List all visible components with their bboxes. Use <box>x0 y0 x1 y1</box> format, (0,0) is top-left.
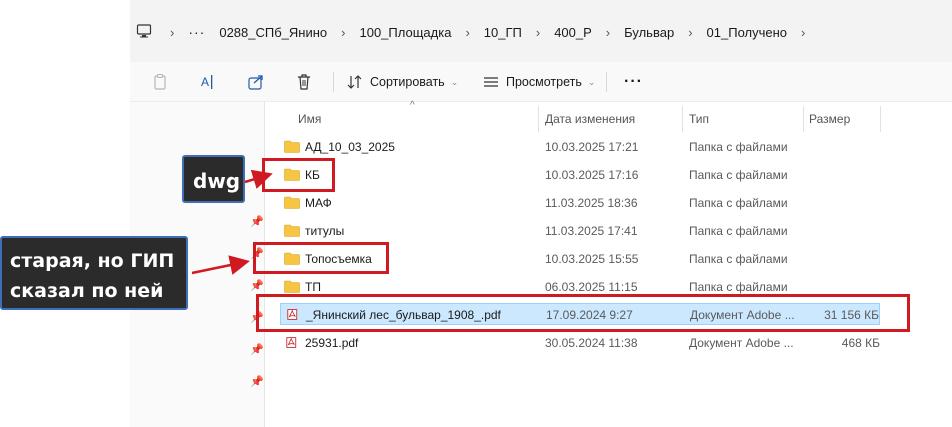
chevron-right-icon[interactable]: › <box>688 25 692 40</box>
breadcrumb-overflow[interactable]: ··· <box>188 24 205 40</box>
file-date: 10.03.2025 17:21 <box>545 140 639 154</box>
file-row[interactable]: титулы 11.03.2025 17:41 Папка с файлами <box>280 220 880 242</box>
column-divider[interactable] <box>880 106 881 132</box>
breadcrumb-trail: › ··· 0288_СПб_Янино › 100_Площадка › 10… <box>170 21 819 43</box>
chevron-right-icon[interactable]: › <box>536 25 540 40</box>
annotation-box-pdf <box>256 294 910 332</box>
callout-dwg-text: dwg <box>193 169 241 193</box>
breadcrumb-item[interactable]: 100_Площадка <box>359 25 451 40</box>
file-type: Папка с файлами <box>689 196 788 210</box>
column-divider[interactable] <box>803 106 804 132</box>
chevron-right-icon[interactable]: › <box>465 25 469 40</box>
file-date: 11.03.2025 17:41 <box>545 224 638 238</box>
file-name: ТП <box>305 280 321 294</box>
file-date: 30.05.2024 11:38 <box>545 336 638 350</box>
view-icon <box>484 77 498 87</box>
file-type: Папка с файлами <box>689 280 788 294</box>
file-size: 468 КБ <box>841 336 880 350</box>
callout-old-note: старая, но ГИП сказал по ней <box>0 236 188 310</box>
chevron-right-icon[interactable]: › <box>606 25 610 40</box>
chevron-right-icon[interactable]: › <box>801 25 805 40</box>
file-row[interactable]: АД_10_03_2025 10.03.2025 17:21 Папка с ф… <box>280 136 880 158</box>
file-name: МАФ <box>305 196 332 210</box>
computer-icon[interactable] <box>136 23 152 39</box>
chevron-right-icon[interactable]: › <box>341 25 345 40</box>
column-header-name[interactable]: Имя <box>298 106 321 132</box>
file-name: АД_10_03_2025 <box>305 140 395 154</box>
svg-text:A: A <box>201 75 209 89</box>
chevron-down-icon: ⌄ <box>450 76 459 87</box>
sort-ascending-icon: ^ <box>410 100 415 111</box>
address-bar[interactable]: › ··· 0288_СПб_Янино › 100_Площадка › 10… <box>130 0 952 62</box>
chevron-right-icon[interactable]: › <box>170 25 174 40</box>
file-type: Документ Adobe ... <box>689 336 794 350</box>
column-header-size[interactable]: Размер <box>809 106 850 132</box>
callout-old-note-line1: старая, но ГИП <box>10 250 175 272</box>
file-name: титулы <box>305 224 345 238</box>
chevron-down-icon: ⌄ <box>587 76 596 87</box>
file-row[interactable]: 25931.pdf 30.05.2024 11:38 Документ Adob… <box>280 332 880 354</box>
file-name: 25931.pdf <box>305 336 359 350</box>
folder-icon <box>284 140 300 153</box>
toolbar-divider <box>333 72 334 92</box>
file-row[interactable]: КБ 10.03.2025 17:16 Папка с файлами <box>280 164 880 186</box>
left-strip-top <box>0 0 130 62</box>
delete-icon[interactable] <box>294 72 314 92</box>
callout-old-note-line2: сказал по ней <box>10 280 164 302</box>
folder-icon <box>284 280 300 293</box>
folder-icon <box>284 224 300 237</box>
file-type: Папка с файлами <box>689 224 788 238</box>
file-type: Папка с файлами <box>689 140 788 154</box>
more-options-button[interactable]: ··· <box>624 72 643 92</box>
left-strip <box>0 0 130 427</box>
annotation-box-kb <box>262 158 335 192</box>
file-date: 06.03.2025 11:15 <box>545 280 638 294</box>
file-type: Папка с файлами <box>689 252 788 266</box>
file-date: 10.03.2025 15:55 <box>545 252 639 266</box>
rename-icon[interactable]: A <box>198 72 218 92</box>
file-date: 11.03.2025 18:36 <box>545 196 638 210</box>
share-icon[interactable] <box>246 72 266 92</box>
pin-icon[interactable]: 📌 <box>250 216 264 228</box>
view-label: Просмотреть <box>506 75 582 89</box>
pin-icon[interactable]: 📌 <box>250 280 264 292</box>
sort-icon <box>347 75 362 89</box>
breadcrumb-item[interactable]: 01_Получено <box>707 25 787 40</box>
annotation-box-toposurvey <box>253 242 389 274</box>
toolbar-divider <box>606 72 607 92</box>
file-type: Папка с файлами <box>689 168 788 182</box>
callout-dwg: dwg <box>182 155 245 203</box>
pin-icon[interactable]: 📌 <box>250 376 264 388</box>
file-date: 10.03.2025 17:16 <box>545 168 639 182</box>
pdf-icon <box>286 337 297 348</box>
file-row[interactable]: МАФ 11.03.2025 18:36 Папка с файлами <box>280 192 880 214</box>
view-button[interactable]: Просмотреть ⌄ <box>482 72 595 92</box>
column-divider[interactable] <box>682 106 683 132</box>
column-header-type[interactable]: Тип <box>689 106 709 132</box>
breadcrumb-item[interactable]: 0288_СПб_Янино <box>219 25 327 40</box>
breadcrumb-item[interactable]: Бульвар <box>624 25 674 40</box>
command-bar: A Сортировать ⌄ Просмотреть ⌄ ··· <box>130 62 952 102</box>
sort-label: Сортировать <box>370 75 445 89</box>
breadcrumb-item[interactable]: 10_ГП <box>484 25 522 40</box>
column-header-date[interactable]: Дата изменения <box>545 106 635 132</box>
sort-button[interactable]: Сортировать ⌄ <box>346 72 458 92</box>
pin-icon[interactable]: 📌 <box>250 344 264 356</box>
folder-icon <box>284 196 300 209</box>
breadcrumb-item[interactable]: 400_Р <box>554 25 592 40</box>
copy-icon[interactable] <box>150 72 170 92</box>
column-divider[interactable] <box>538 106 539 132</box>
